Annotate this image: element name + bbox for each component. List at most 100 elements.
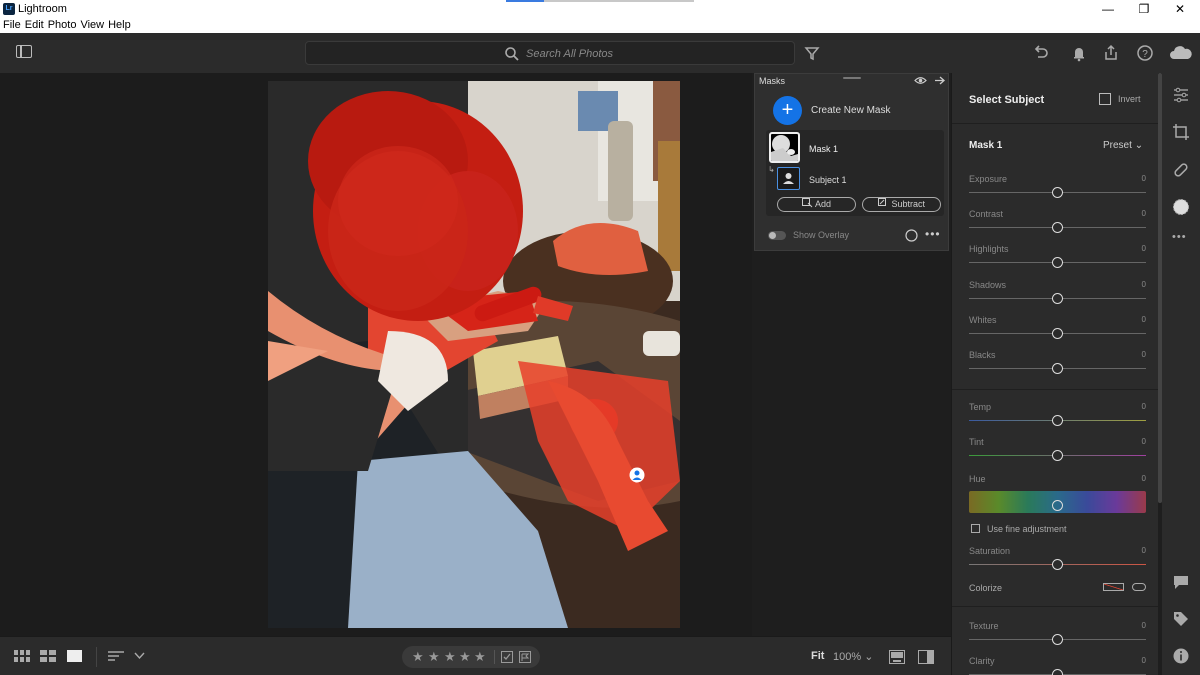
undo-icon[interactable] — [1031, 43, 1051, 63]
exposure-slider[interactable]: Exposure 0 — [969, 174, 1146, 202]
comment-icon[interactable] — [1172, 573, 1190, 591]
compare-view-icon[interactable] — [918, 650, 934, 664]
tint-slider[interactable]: Tint 0 — [969, 437, 1146, 465]
slider-knob[interactable] — [1052, 669, 1063, 675]
mask-card[interactable]: Mask 1 ↳ Subject 1 Add Subtract — [766, 130, 944, 216]
menu-edit[interactable]: Edit — [24, 18, 45, 32]
star-icon[interactable]: ★ — [444, 649, 456, 665]
star-icon[interactable]: ★ — [474, 649, 486, 665]
photo-preview[interactable] — [268, 81, 680, 628]
more-tools-icon[interactable]: ••• — [1172, 231, 1190, 249]
reject-flag-icon[interactable] — [519, 651, 531, 663]
rating-control[interactable]: ★ ★ ★ ★ ★ — [402, 646, 540, 668]
slider-value[interactable]: 0 — [1142, 280, 1146, 289]
search-input[interactable] — [526, 45, 786, 62]
add-button[interactable]: Add — [777, 197, 856, 212]
show-overlay-toggle[interactable] — [768, 231, 786, 240]
slider-value[interactable]: 0 — [1142, 244, 1146, 253]
preset-dropdown[interactable]: Preset ⌄ — [1103, 140, 1143, 151]
detail-view-icon[interactable] — [67, 650, 83, 663]
maximize-button[interactable]: ❐ — [1126, 2, 1162, 16]
colorize-toggle[interactable] — [1132, 583, 1146, 591]
slider-value[interactable]: 0 — [1142, 546, 1146, 555]
collapse-arrow-icon[interactable] — [933, 75, 946, 86]
menu-view[interactable]: View — [79, 18, 105, 32]
fine-adjustment-label[interactable]: Use fine adjustment — [987, 524, 1067, 534]
cloud-icon[interactable] — [1168, 43, 1194, 63]
slider-value[interactable]: 0 — [1142, 656, 1146, 665]
bell-icon[interactable] — [1069, 43, 1089, 63]
zoom-level-dropdown[interactable]: 100% ⌄ — [833, 650, 873, 663]
edit-sliders-icon[interactable] — [1172, 86, 1190, 104]
mask-name-label[interactable]: Mask 1 — [809, 144, 838, 154]
tag-icon[interactable] — [1172, 610, 1190, 628]
slider-knob[interactable] — [1052, 293, 1063, 304]
filter-icon[interactable] — [802, 43, 822, 63]
texture-slider[interactable]: Texture 0 — [969, 621, 1146, 649]
slider-value[interactable]: 0 — [1142, 437, 1146, 446]
more-options-icon[interactable]: ••• — [925, 227, 941, 241]
photo-grid-icon[interactable] — [40, 650, 56, 663]
menu-photo[interactable]: Photo — [47, 18, 78, 32]
fine-adjustment-checkbox[interactable] — [971, 524, 980, 533]
before-after-icon[interactable] — [889, 650, 905, 664]
search-box[interactable] — [305, 41, 795, 65]
highlights-slider[interactable]: Highlights 0 — [969, 244, 1146, 272]
fit-zoom-button[interactable]: Fit — [811, 650, 824, 662]
masking-icon[interactable] — [1172, 198, 1190, 216]
whites-slider[interactable]: Whites 0 — [969, 315, 1146, 343]
subject-thumbnail[interactable] — [777, 167, 800, 190]
mask-thumbnail[interactable] — [769, 132, 800, 163]
panel-toggle-icon[interactable] — [16, 45, 32, 58]
slider-value[interactable]: 0 — [1142, 174, 1146, 183]
slider-value[interactable]: 0 — [1142, 402, 1146, 411]
slider-value[interactable]: 0 — [1142, 209, 1146, 218]
slider-knob[interactable] — [1052, 634, 1063, 645]
slider-value[interactable]: 0 — [1142, 350, 1146, 359]
panel-drag-handle[interactable] — [843, 77, 861, 79]
crop-icon[interactable] — [1172, 123, 1190, 141]
slider-knob[interactable] — [1052, 187, 1063, 198]
star-icon[interactable]: ★ — [428, 649, 440, 665]
slider-knob[interactable] — [1052, 222, 1063, 233]
invert-label[interactable]: Invert — [1118, 94, 1141, 104]
close-button[interactable]: ✕ — [1162, 2, 1198, 16]
info-icon[interactable] — [1172, 647, 1190, 665]
hue-knob[interactable] — [1052, 500, 1063, 511]
slider-knob[interactable] — [1052, 415, 1063, 426]
slider-knob[interactable] — [1052, 450, 1063, 461]
sort-chevron-icon[interactable] — [134, 652, 145, 660]
slider-value[interactable]: 0 — [1142, 474, 1146, 483]
blacks-slider[interactable]: Blacks 0 — [969, 350, 1146, 378]
square-grid-icon[interactable] — [14, 650, 30, 663]
star-icon[interactable]: ★ — [412, 649, 424, 665]
menu-file[interactable]: File — [2, 18, 22, 32]
slider-knob[interactable] — [1052, 328, 1063, 339]
create-new-mask-button[interactable]: + — [773, 96, 802, 125]
overlay-color-icon[interactable] — [905, 229, 918, 242]
menu-help[interactable]: Help — [107, 18, 132, 32]
star-icon[interactable]: ★ — [459, 649, 471, 665]
saturation-slider[interactable]: Saturation 0 — [969, 546, 1146, 574]
slider-value[interactable]: 0 — [1142, 621, 1146, 630]
temp-slider[interactable]: Temp 0 — [969, 402, 1146, 430]
slider-knob[interactable] — [1052, 559, 1063, 570]
colorize-swatch[interactable] — [1103, 583, 1124, 591]
share-icon[interactable] — [1101, 43, 1121, 63]
invert-icon[interactable] — [1099, 93, 1111, 105]
help-icon[interactable]: ? — [1135, 43, 1155, 63]
subject-label[interactable]: Subject 1 — [809, 175, 847, 185]
pick-flag-icon[interactable] — [501, 651, 513, 663]
subtract-button[interactable]: Subtract — [862, 197, 941, 212]
sort-icon[interactable] — [108, 650, 126, 663]
subject-pin-icon[interactable] — [629, 467, 645, 483]
clarity-slider[interactable]: Clarity 0 — [969, 656, 1146, 675]
healing-icon[interactable] — [1172, 161, 1190, 179]
slider-knob[interactable] — [1052, 257, 1063, 268]
minimize-button[interactable]: — — [1090, 2, 1126, 16]
create-new-mask-label[interactable]: Create New Mask — [811, 105, 890, 116]
slider-value[interactable]: 0 — [1142, 315, 1146, 324]
shadows-slider[interactable]: Shadows 0 — [969, 280, 1146, 308]
contrast-slider[interactable]: Contrast 0 — [969, 209, 1146, 237]
slider-knob[interactable] — [1052, 363, 1063, 374]
